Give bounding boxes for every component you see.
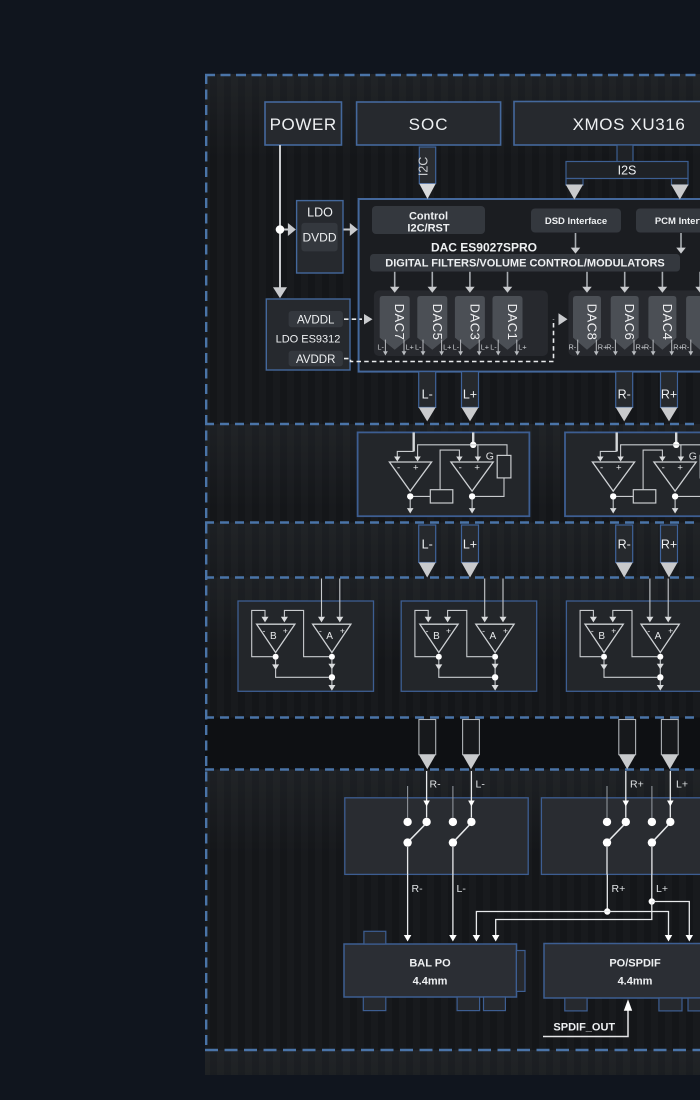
svg-text:R+: R+ bbox=[661, 387, 677, 401]
svg-text:LDO ES9312: LDO ES9312 bbox=[276, 334, 341, 346]
svg-text:+: + bbox=[283, 626, 288, 636]
svg-text:I2S: I2S bbox=[618, 164, 637, 178]
svg-text:SOC: SOC bbox=[409, 115, 449, 134]
svg-text:L+: L+ bbox=[676, 779, 688, 791]
svg-text:L-: L- bbox=[476, 779, 486, 791]
svg-text:L+: L+ bbox=[443, 343, 451, 352]
svg-text:-: - bbox=[482, 626, 485, 636]
svg-text:R-: R- bbox=[618, 387, 631, 401]
svg-text:-: - bbox=[262, 626, 265, 636]
svg-text:-: - bbox=[397, 463, 400, 474]
svg-text:L+: L+ bbox=[656, 883, 668, 895]
svg-text:L+: L+ bbox=[406, 343, 414, 352]
svg-text:DAC5: DAC5 bbox=[430, 304, 445, 341]
svg-text:4.4mm: 4.4mm bbox=[413, 976, 448, 988]
svg-text:-: - bbox=[319, 626, 322, 636]
svg-text:DAC6: DAC6 bbox=[622, 304, 637, 341]
svg-text:L+: L+ bbox=[463, 538, 477, 552]
svg-text:G: G bbox=[689, 451, 697, 463]
svg-text:R-: R- bbox=[644, 343, 652, 352]
svg-text:DAC8: DAC8 bbox=[585, 304, 600, 341]
svg-text:+: + bbox=[677, 463, 683, 474]
svg-text:R-: R- bbox=[618, 538, 631, 552]
svg-text:B: B bbox=[270, 631, 277, 642]
svg-text:XMOS XU316: XMOS XU316 bbox=[573, 115, 686, 134]
svg-text:+: + bbox=[413, 463, 419, 474]
svg-text:L+: L+ bbox=[481, 343, 489, 352]
svg-text:LDO: LDO bbox=[307, 206, 333, 220]
svg-text:L-: L- bbox=[422, 538, 433, 552]
svg-text:L-: L- bbox=[415, 343, 422, 352]
svg-text:A: A bbox=[326, 631, 333, 642]
svg-text:-: - bbox=[662, 463, 665, 474]
svg-text:DSD Interface: DSD Interface bbox=[545, 216, 607, 227]
svg-text:+: + bbox=[503, 626, 508, 636]
svg-text:DAC1: DAC1 bbox=[505, 304, 520, 341]
svg-text:-: - bbox=[459, 463, 462, 474]
svg-text:R-: R- bbox=[606, 343, 614, 352]
svg-text:L-: L- bbox=[490, 343, 497, 352]
svg-text:R+: R+ bbox=[630, 779, 644, 791]
svg-text:DAC7: DAC7 bbox=[392, 304, 407, 341]
svg-text:DAC3: DAC3 bbox=[467, 304, 482, 341]
svg-text:R-: R- bbox=[412, 883, 424, 895]
svg-text:I2C/RST: I2C/RST bbox=[407, 223, 449, 235]
svg-text:A: A bbox=[489, 631, 496, 642]
svg-text:L-: L- bbox=[453, 343, 460, 352]
svg-text:AVDDL: AVDDL bbox=[297, 314, 335, 326]
svg-text:A: A bbox=[655, 631, 662, 642]
svg-text:R-: R- bbox=[430, 779, 442, 791]
svg-text:L-: L- bbox=[457, 883, 467, 895]
svg-text:PCM Interface: PCM Interface bbox=[655, 216, 700, 227]
svg-text:+: + bbox=[474, 463, 480, 474]
svg-text:B: B bbox=[433, 631, 440, 642]
svg-text:R+: R+ bbox=[612, 883, 626, 895]
svg-text:-: - bbox=[647, 626, 650, 636]
svg-text:PO/SPDIF: PO/SPDIF bbox=[609, 958, 661, 970]
svg-text:R+: R+ bbox=[661, 538, 677, 552]
svg-text:L-: L- bbox=[377, 343, 384, 352]
svg-text:R-: R- bbox=[568, 343, 576, 352]
svg-text:L-: L- bbox=[422, 387, 433, 401]
svg-text:R-: R- bbox=[682, 343, 690, 352]
svg-text:DAC4: DAC4 bbox=[660, 304, 675, 341]
svg-text:-: - bbox=[591, 626, 594, 636]
svg-text:BAL PO: BAL PO bbox=[409, 958, 451, 970]
svg-text:-: - bbox=[600, 463, 603, 474]
svg-text:Control: Control bbox=[409, 211, 448, 223]
svg-text:POWER: POWER bbox=[270, 115, 337, 134]
svg-text:SPDIF_OUT: SPDIF_OUT bbox=[553, 1022, 615, 1034]
svg-text:L+: L+ bbox=[518, 343, 526, 352]
svg-text:-: - bbox=[426, 626, 429, 636]
svg-text:DAC ES9027SPRO: DAC ES9027SPRO bbox=[431, 241, 537, 255]
svg-text:DIGITAL FILTERS/VOLUME CONTROL: DIGITAL FILTERS/VOLUME CONTROL/MODULATOR… bbox=[385, 258, 664, 270]
svg-text:L+: L+ bbox=[463, 387, 477, 401]
svg-text:I2C: I2C bbox=[417, 157, 431, 176]
svg-text:DVDD: DVDD bbox=[302, 231, 336, 245]
svg-text:+: + bbox=[446, 626, 451, 636]
svg-text:+: + bbox=[668, 626, 673, 636]
svg-text:AVDDR: AVDDR bbox=[296, 354, 335, 366]
svg-text:+: + bbox=[611, 626, 616, 636]
svg-text:+: + bbox=[616, 463, 622, 474]
svg-text:4.4mm: 4.4mm bbox=[618, 976, 653, 988]
svg-text:+: + bbox=[340, 626, 345, 636]
svg-text:B: B bbox=[598, 631, 605, 642]
svg-text:G: G bbox=[486, 451, 494, 463]
